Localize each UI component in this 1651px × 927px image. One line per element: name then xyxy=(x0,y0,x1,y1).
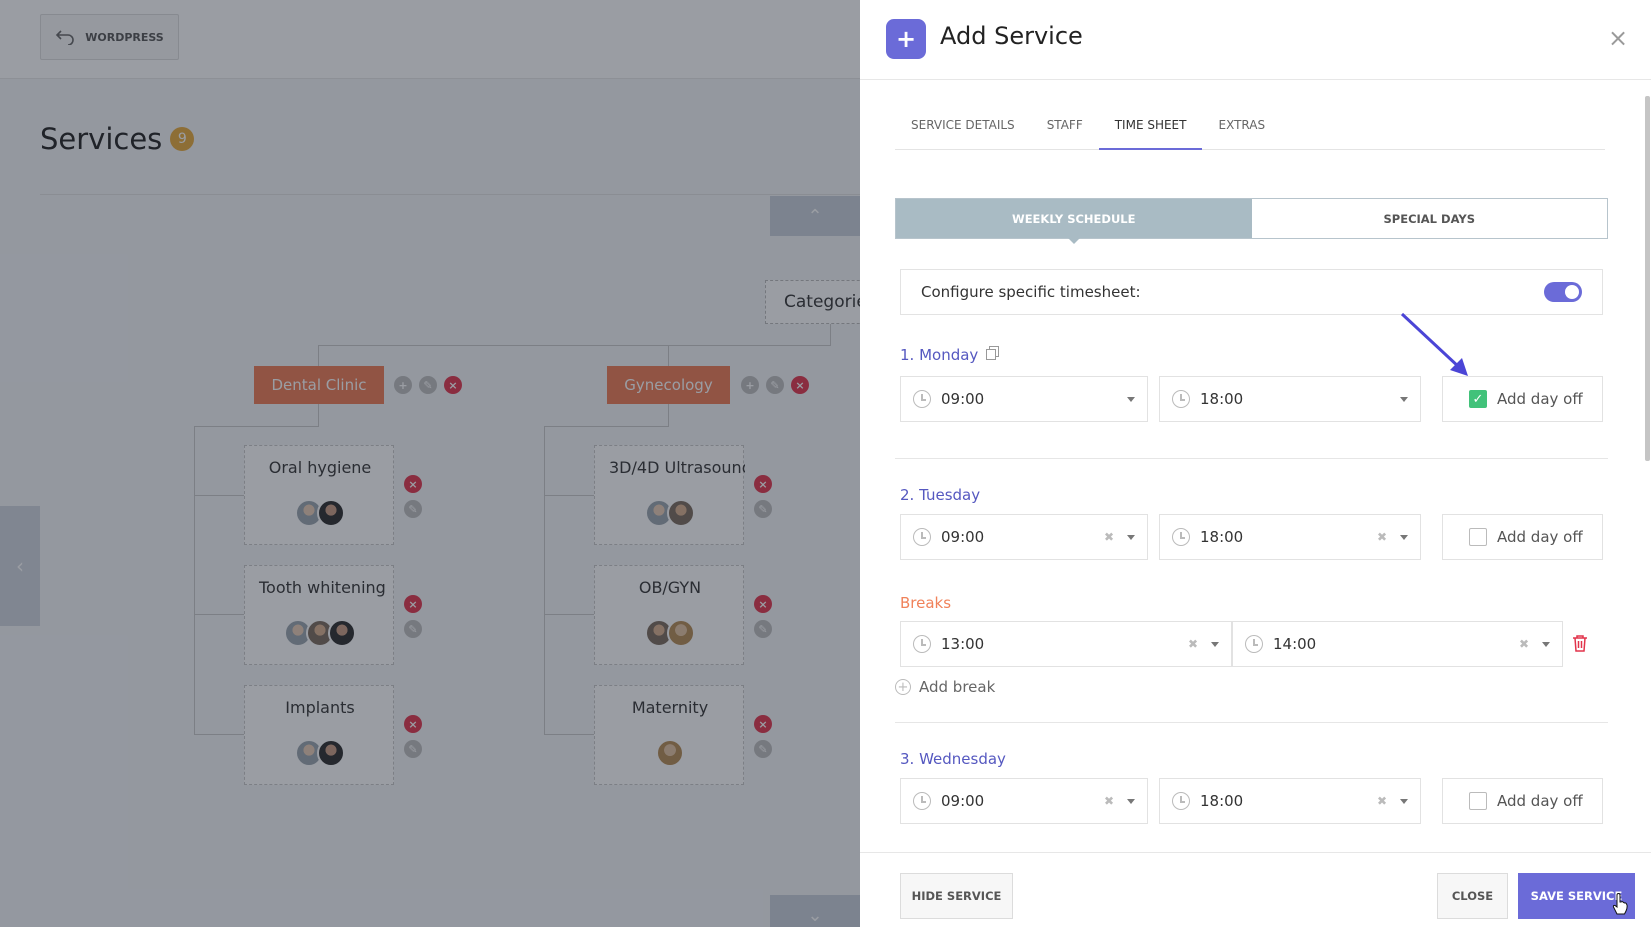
caret-down-icon xyxy=(1400,798,1408,804)
weekly-schedule-tab[interactable]: WEEKLY SCHEDULE xyxy=(896,199,1252,244)
drawer-title: Add Service xyxy=(940,22,1083,50)
add-break-label: Add break xyxy=(919,678,996,696)
day-label-text: 1. Monday xyxy=(900,346,979,364)
drawer-footer: HIDE SERVICE CLOSE SAVE SERVICE xyxy=(860,852,1651,927)
time-value: 09:00 xyxy=(941,792,985,810)
tuesday-end-select[interactable]: 18:00 ✖ xyxy=(1159,514,1421,560)
day-off-label: Add day off xyxy=(1497,792,1583,810)
clock-icon xyxy=(1172,792,1190,810)
break-start-select[interactable]: 13:00 ✖ xyxy=(900,621,1232,667)
configure-timesheet-label: Configure specific timesheet: xyxy=(921,283,1141,301)
hide-service-button[interactable]: HIDE SERVICE xyxy=(900,873,1013,919)
checkbox-checked-icon[interactable]: ✓ xyxy=(1469,390,1487,408)
caret-down-icon xyxy=(1127,534,1135,540)
special-days-tab[interactable]: SPECIAL DAYS xyxy=(1252,199,1608,238)
caret-down-icon xyxy=(1127,798,1135,804)
time-value: 18:00 xyxy=(1200,528,1244,546)
toggle-knob xyxy=(1565,285,1579,299)
tab-extras[interactable]: EXTRAS xyxy=(1202,108,1281,150)
scrollbar[interactable] xyxy=(1644,92,1651,852)
wednesday-start-select[interactable]: 09:00 ✖ xyxy=(900,778,1148,824)
configure-timesheet-row: Configure specific timesheet: xyxy=(900,269,1603,315)
tuesday-day-off[interactable]: Add day off xyxy=(1442,514,1603,560)
clear-icon[interactable]: ✖ xyxy=(1099,794,1119,808)
clock-icon xyxy=(1172,390,1190,408)
tuesday-start-select[interactable]: 09:00 ✖ xyxy=(900,514,1148,560)
day-label-text: 3. Wednesday xyxy=(900,750,1006,768)
modal-overlay[interactable] xyxy=(0,0,860,927)
clock-icon xyxy=(913,792,931,810)
clear-icon[interactable]: ✖ xyxy=(1183,637,1203,651)
trash-icon[interactable] xyxy=(1572,634,1588,652)
time-value: 18:00 xyxy=(1200,792,1244,810)
break-end-select[interactable]: 14:00 ✖ xyxy=(1232,621,1563,667)
time-value: 14:00 xyxy=(1273,635,1317,653)
wednesday-day-off[interactable]: Add day off xyxy=(1442,778,1603,824)
monday-start-select[interactable]: 09:00 xyxy=(900,376,1148,422)
wednesday-end-select[interactable]: 18:00 ✖ xyxy=(1159,778,1421,824)
divider xyxy=(895,722,1608,723)
clear-icon[interactable]: ✖ xyxy=(1514,637,1534,651)
day-off-label: Add day off xyxy=(1497,528,1583,546)
monday-day-off[interactable]: ✓ Add day off xyxy=(1442,376,1603,422)
clear-icon[interactable]: ✖ xyxy=(1099,530,1119,544)
add-break-button[interactable]: + Add break xyxy=(895,678,995,696)
time-value: 09:00 xyxy=(941,390,985,408)
caret-down-icon xyxy=(1211,641,1219,647)
day-label-monday: 1. Monday xyxy=(900,346,1000,364)
configure-timesheet-toggle[interactable] xyxy=(1544,282,1582,302)
clock-icon xyxy=(1172,528,1190,546)
caret-down-icon xyxy=(1400,534,1408,540)
divider xyxy=(895,458,1608,459)
plus-circle-icon: + xyxy=(895,679,911,695)
clear-icon[interactable]: ✖ xyxy=(1372,794,1392,808)
clock-icon xyxy=(913,635,931,653)
schedule-segmented-control: WEEKLY SCHEDULE SPECIAL DAYS xyxy=(895,198,1608,244)
close-button[interactable]: CLOSE xyxy=(1437,873,1508,919)
caret-down-icon xyxy=(1542,641,1550,647)
day-label-tuesday: 2. Tuesday xyxy=(900,486,980,504)
day-label-wednesday: 3. Wednesday xyxy=(900,750,1006,768)
plus-icon: + xyxy=(886,19,926,59)
add-service-drawer: + Add Service × SERVICE DETAILS STAFF TI… xyxy=(860,0,1651,927)
close-icon[interactable]: × xyxy=(1608,24,1628,52)
checkbox-unchecked-icon[interactable] xyxy=(1469,528,1487,546)
hand-cursor-icon xyxy=(1612,893,1628,915)
tab-time-sheet[interactable]: TIME SHEET xyxy=(1098,108,1203,150)
clock-icon xyxy=(913,528,931,546)
time-value: 13:00 xyxy=(941,635,985,653)
checkbox-unchecked-icon[interactable] xyxy=(1469,792,1487,810)
time-value: 09:00 xyxy=(941,528,985,546)
time-value: 18:00 xyxy=(1200,390,1244,408)
tab-bar: SERVICE DETAILS STAFF TIME SHEET EXTRAS xyxy=(895,108,1605,150)
annotation-arrow-icon xyxy=(1400,312,1468,376)
clock-icon xyxy=(913,390,931,408)
caret-down-icon xyxy=(1127,396,1135,402)
clear-icon[interactable]: ✖ xyxy=(1372,530,1392,544)
day-label-text: 2. Tuesday xyxy=(900,486,981,504)
caret-down-icon xyxy=(1400,396,1408,402)
scrollbar-thumb[interactable] xyxy=(1645,96,1650,461)
breaks-label: Breaks xyxy=(900,594,952,612)
tab-service-details[interactable]: SERVICE DETAILS xyxy=(895,108,1031,150)
day-off-label: Add day off xyxy=(1497,390,1583,408)
clock-icon xyxy=(1245,635,1263,653)
tab-staff[interactable]: STAFF xyxy=(1031,108,1099,150)
drawer-header: + Add Service × xyxy=(860,0,1651,80)
monday-end-select[interactable]: 18:00 xyxy=(1159,376,1421,422)
copy-icon[interactable] xyxy=(986,346,1000,364)
